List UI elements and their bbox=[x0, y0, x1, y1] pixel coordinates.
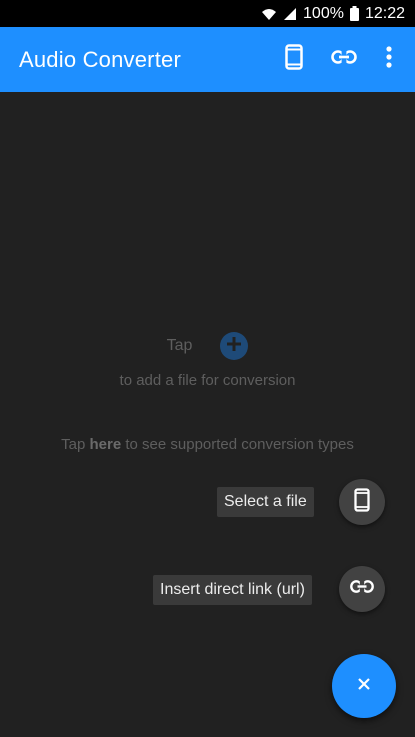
select-file-label[interactable]: Select a file bbox=[217, 487, 314, 517]
link-icon bbox=[350, 580, 374, 598]
wifi-icon bbox=[261, 7, 277, 21]
signal-icon bbox=[283, 7, 297, 21]
direct-link-fab[interactable] bbox=[339, 566, 385, 612]
close-icon bbox=[357, 677, 371, 696]
battery-icon bbox=[349, 6, 359, 21]
select-file-fab[interactable] bbox=[339, 479, 385, 525]
empty-state-tap-label: Tap bbox=[166, 337, 193, 354]
supported-suffix: to see supported conversion types bbox=[121, 436, 354, 453]
phone-icon bbox=[354, 487, 370, 517]
supported-here-link[interactable]: here bbox=[90, 436, 122, 453]
add-file-button[interactable] bbox=[220, 332, 249, 360]
battery-level: 100% bbox=[303, 4, 344, 22]
status-time: 12:22 bbox=[364, 4, 405, 22]
device-file-button[interactable] bbox=[269, 35, 319, 85]
phone-icon bbox=[285, 44, 303, 75]
more-vert-icon bbox=[386, 46, 392, 73]
status-bar: 100% 12:22 bbox=[0, 0, 415, 27]
overflow-menu-button[interactable] bbox=[369, 35, 409, 85]
app-title: Audio Converter bbox=[19, 46, 181, 72]
supported-prefix: Tap bbox=[61, 436, 90, 453]
empty-state-subtitle: to add a file for conversion bbox=[119, 372, 296, 389]
add-icon bbox=[226, 336, 242, 357]
direct-link-label[interactable]: Insert direct link (url) bbox=[153, 575, 312, 605]
app-bar: Audio Converter bbox=[0, 27, 415, 92]
empty-state-tap-row: Tap bbox=[0, 331, 415, 361]
close-fab-button[interactable] bbox=[332, 654, 396, 718]
direct-link-button[interactable] bbox=[319, 35, 369, 85]
supported-types-text: Tap here to see supported conversion typ… bbox=[0, 436, 415, 453]
link-icon bbox=[331, 50, 357, 69]
